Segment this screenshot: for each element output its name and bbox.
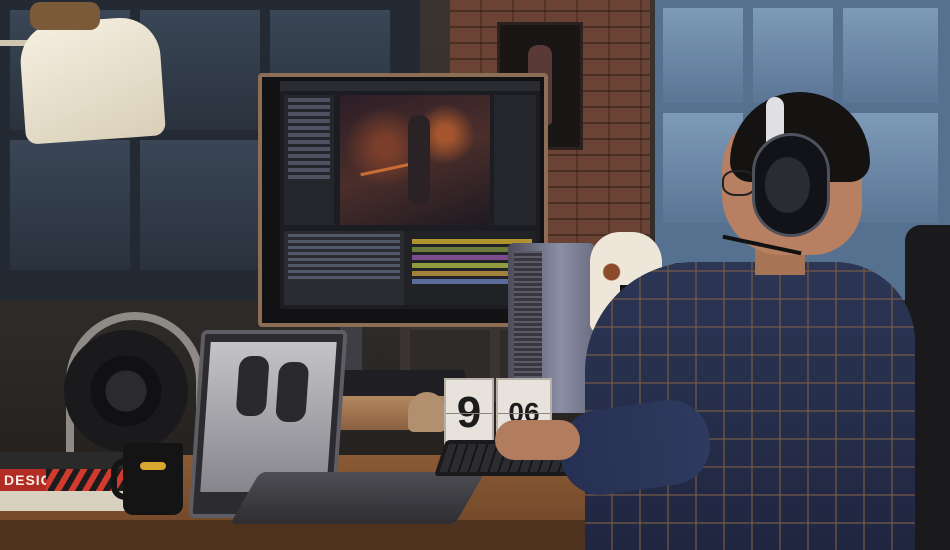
laptop-display <box>200 342 337 492</box>
laptop-keyboard-deck <box>229 472 486 524</box>
lamp-cap <box>30 2 100 30</box>
person-hands <box>495 420 580 460</box>
photo-scene: DESIGN 9 06 <box>0 0 950 550</box>
clock-hours: 9 <box>444 378 494 448</box>
timeline-panel <box>284 231 536 305</box>
monitor-icon <box>258 73 548 327</box>
monitor-screen <box>280 81 540 309</box>
app-menubar <box>280 81 540 91</box>
project-panel <box>284 95 334 225</box>
desk-edge <box>0 520 620 550</box>
mug-logo <box>140 462 166 470</box>
glasses <box>722 170 756 196</box>
book-bottom <box>0 491 130 511</box>
effects-panel <box>494 95 536 225</box>
video-viewer <box>340 95 490 225</box>
speaker-icon <box>64 330 188 452</box>
headphones-icon <box>752 133 830 237</box>
lamp-icon <box>17 15 167 145</box>
mug-icon <box>123 443 183 515</box>
